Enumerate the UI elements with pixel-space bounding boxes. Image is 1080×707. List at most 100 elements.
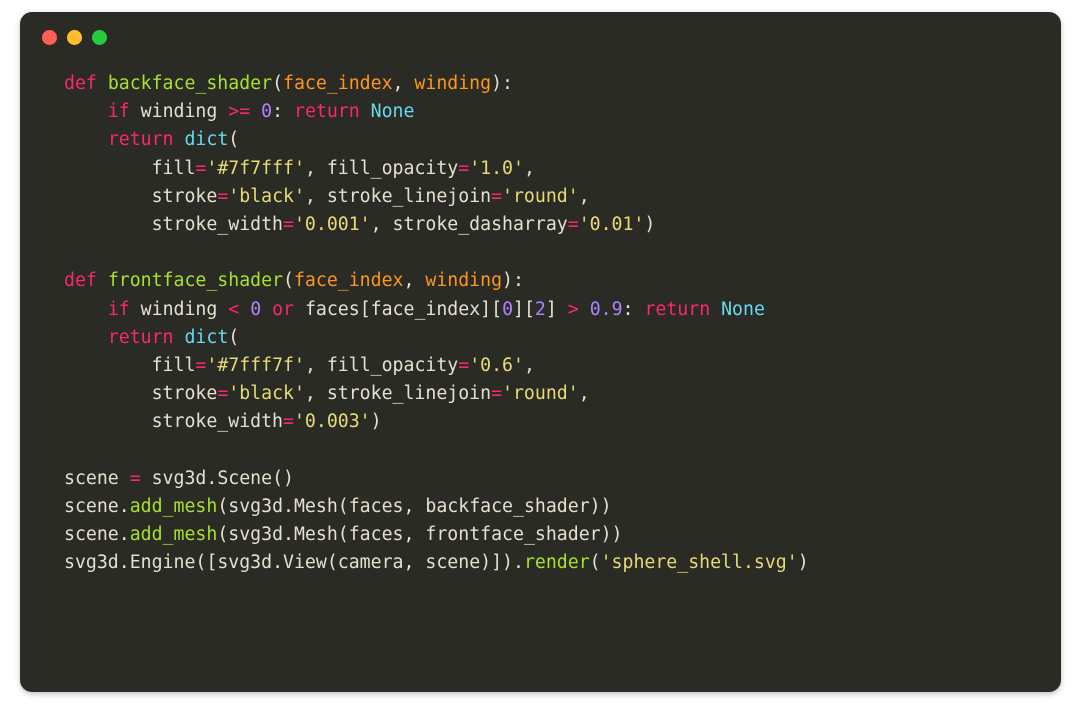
token-id: fill_opacity [327, 355, 458, 376]
token-builtin: dict [184, 129, 228, 150]
token-pun: () [272, 468, 294, 489]
token-pun: ( [338, 496, 349, 517]
token-str: '0.003' [294, 411, 371, 432]
token-pun: , [403, 496, 425, 517]
titlebar [20, 12, 1061, 62]
close-icon[interactable] [42, 30, 57, 45]
token-id: svg3d [217, 552, 272, 573]
token-pun: , [393, 73, 415, 94]
code-line: stroke='black', stroke_linejoin='round', [20, 380, 1061, 408]
token-pun: , [305, 383, 327, 404]
token-num: 0 [261, 101, 272, 122]
token-pun: ( [228, 129, 239, 150]
token-op: = [458, 355, 469, 376]
token-pun: , [579, 186, 590, 207]
token-pun: . [119, 552, 130, 573]
token-id: faces [305, 299, 360, 320]
token-pun [64, 129, 108, 150]
token-fn: add_mesh [130, 496, 218, 517]
token-pun: ( [217, 524, 228, 545]
code-line: stroke_width='0.003') [20, 408, 1061, 436]
token-id: View [283, 552, 327, 573]
token-op: = [491, 383, 502, 404]
token-pun [64, 158, 152, 179]
token-pun: , [403, 524, 425, 545]
minimize-icon[interactable] [67, 30, 82, 45]
token-id: stroke_width [152, 411, 283, 432]
token-str: 'round' [502, 383, 579, 404]
token-op: > [568, 299, 590, 320]
token-pun: , [403, 270, 425, 291]
token-op: = [195, 158, 206, 179]
token-id: stroke [152, 383, 218, 404]
token-id: fill_opacity [327, 158, 458, 179]
token-op: < [228, 299, 250, 320]
token-num: 0 [250, 299, 261, 320]
token-id: stroke_linejoin [327, 186, 491, 207]
token-pun [64, 299, 108, 320]
token-id: fill [152, 355, 196, 376]
token-id: stroke_dasharray [393, 214, 568, 235]
token-pun [261, 299, 272, 320]
token-pun [64, 355, 152, 376]
code-line [20, 437, 1061, 465]
token-kw: if [108, 299, 141, 320]
code-line: def backface_shader(face_index, winding)… [20, 70, 1061, 98]
token-id: faces [349, 524, 404, 545]
token-id: scene [425, 552, 480, 573]
token-num: 0.9 [590, 299, 623, 320]
token-str: '1.0' [469, 158, 524, 179]
token-str: 'black' [228, 186, 305, 207]
zoom-icon[interactable] [92, 30, 107, 45]
token-id: backface_shader [425, 496, 589, 517]
code-editor[interactable]: def backface_shader(face_index, winding)… [20, 62, 1061, 578]
token-pun [64, 383, 152, 404]
token-pun: . [272, 552, 283, 573]
token-kw: def [64, 73, 108, 94]
token-kw: return [108, 129, 185, 150]
token-id: svg3d [228, 524, 283, 545]
token-pun: ( [217, 496, 228, 517]
token-pun: , [403, 552, 425, 573]
token-pun: ) [491, 73, 502, 94]
token-pun: ] [546, 299, 568, 320]
token-op: = [283, 411, 294, 432]
token-pun: ) [502, 270, 513, 291]
token-kw: return [294, 101, 371, 122]
token-op: = [217, 186, 228, 207]
code-line: if winding < 0 or faces[face_index][0][2… [20, 296, 1061, 324]
token-pun [64, 411, 152, 432]
token-pun [64, 214, 152, 235]
token-builtin: dict [184, 327, 228, 348]
token-pun: ( [283, 270, 294, 291]
token-str: '#7fff7f' [206, 355, 305, 376]
token-id: scene [64, 496, 119, 517]
token-op: = [568, 214, 579, 235]
token-pun: ( [327, 552, 338, 573]
token-op: = [130, 468, 152, 489]
token-pun: )) [590, 496, 612, 517]
token-pun: , [579, 383, 590, 404]
token-pun: , [305, 355, 327, 376]
token-num: 2 [535, 299, 546, 320]
token-kw: if [108, 101, 141, 122]
token-pun: : [502, 73, 513, 94]
token-pun [64, 186, 152, 207]
token-pun: )]) [480, 552, 513, 573]
token-pun: ( [338, 524, 349, 545]
token-str: '0.001' [294, 214, 371, 235]
token-num: 0 [502, 299, 513, 320]
code-line: scene = svg3d.Scene() [20, 465, 1061, 493]
token-pun: . [283, 496, 294, 517]
token-param: winding [425, 270, 502, 291]
token-fn: frontface_shader [108, 270, 283, 291]
token-op: >= [228, 101, 261, 122]
token-pun: ( [590, 552, 601, 573]
token-pun [64, 327, 108, 348]
token-str: 'round' [502, 186, 579, 207]
token-op: = [458, 158, 469, 179]
code-line: stroke_width='0.001', stroke_dasharray='… [20, 211, 1061, 239]
code-line: return dict( [20, 324, 1061, 352]
token-kw: return [108, 327, 185, 348]
token-id: stroke [152, 186, 218, 207]
